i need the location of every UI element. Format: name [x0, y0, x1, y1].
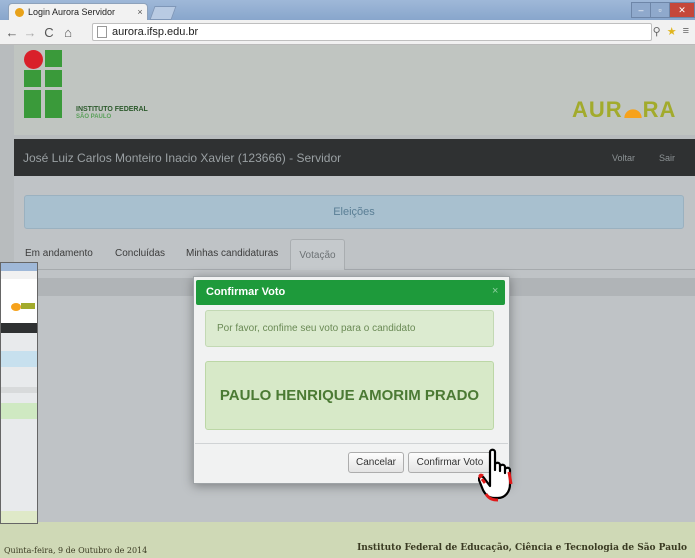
logo-square: [45, 70, 62, 87]
aurora-logo-left: AUR: [572, 97, 623, 122]
modal-divider: [195, 443, 508, 444]
maximize-button[interactable]: ▫: [650, 2, 670, 18]
inset-tabstrip: [1, 263, 37, 271]
logo-square: [24, 70, 41, 87]
institute-campus: SÃO PAULO: [76, 114, 112, 120]
inset-header: [1, 279, 37, 323]
inset-screenshot: [0, 262, 38, 524]
tab-votacao[interactable]: Votação: [290, 239, 345, 270]
tab-close-icon[interactable]: ×: [133, 7, 147, 17]
minimize-button[interactable]: –: [631, 2, 651, 18]
footer-institution: Instituto Federal de Educação, Ciência e…: [357, 543, 687, 553]
confirm-message: Por favor, confime seu voto para o candi…: [205, 310, 494, 347]
back-link[interactable]: Voltar: [612, 153, 635, 163]
section-title: Eleições: [24, 195, 684, 229]
toolbar-right: ⚲ ★ ≡: [653, 25, 689, 38]
address-bar[interactable]: aurora.ifsp.edu.br: [92, 23, 652, 41]
logo-square: [45, 106, 62, 118]
page-icon: [97, 26, 107, 38]
logo-square: [24, 106, 41, 118]
inset-sun-icon: [11, 303, 21, 311]
favicon-icon: [15, 7, 24, 17]
modal-close-icon[interactable]: ×: [492, 285, 498, 297]
close-window-button[interactable]: ✕: [669, 2, 695, 18]
footer-date: Quinta-feira, 9 de Outubro de 2014: [4, 546, 148, 555]
modal-title: Confirmar Voto: [206, 286, 286, 298]
forward-arrow-icon[interactable]: →: [22, 23, 38, 41]
inset-row: [1, 387, 37, 393]
tab-concluidas[interactable]: Concluídas: [115, 248, 165, 259]
tab-minhas-candidaturas[interactable]: Minhas candidaturas: [186, 248, 278, 259]
aurora-logo-right: RA: [642, 97, 677, 122]
tab-divider: [14, 269, 695, 270]
aurora-logo: AUR RA: [572, 97, 676, 123]
logo-square: [45, 50, 62, 67]
browser-tab[interactable]: Login Aurora Servidor ×: [8, 3, 148, 20]
tab-title: Login Aurora Servidor: [28, 7, 116, 17]
inset-section-bar: [1, 351, 37, 367]
logo-square: [24, 90, 41, 107]
exit-link[interactable]: Sair: [659, 153, 675, 163]
home-icon[interactable]: ⌂: [60, 23, 76, 41]
tab-em-andamento[interactable]: Em andamento: [25, 248, 93, 259]
url-text: aurora.ifsp.edu.br: [112, 26, 199, 38]
inset-userbar: [1, 323, 37, 333]
inset-logo: [21, 303, 35, 309]
inset-footer: [1, 511, 37, 523]
institute-name: INSTITUTO FEDERAL: [76, 106, 148, 113]
inset-highlight-row: [1, 403, 37, 419]
sun-icon: [622, 102, 643, 118]
candidate-name: PAULO HENRIQUE AMORIM PRADO: [205, 361, 494, 430]
logo-red-dot: [24, 50, 43, 69]
cancel-button[interactable]: Cancelar: [348, 452, 404, 473]
menu-icon[interactable]: ≡: [683, 25, 689, 38]
logo-square: [45, 90, 62, 107]
reload-icon[interactable]: C: [41, 23, 57, 41]
back-arrow-icon[interactable]: ←: [4, 23, 20, 41]
user-name: José Luiz Carlos Monteiro Inacio Xavier …: [23, 151, 342, 165]
star-icon[interactable]: ★: [667, 25, 677, 38]
key-icon[interactable]: ⚲: [653, 25, 661, 38]
hand-pointer-icon: [477, 448, 526, 509]
